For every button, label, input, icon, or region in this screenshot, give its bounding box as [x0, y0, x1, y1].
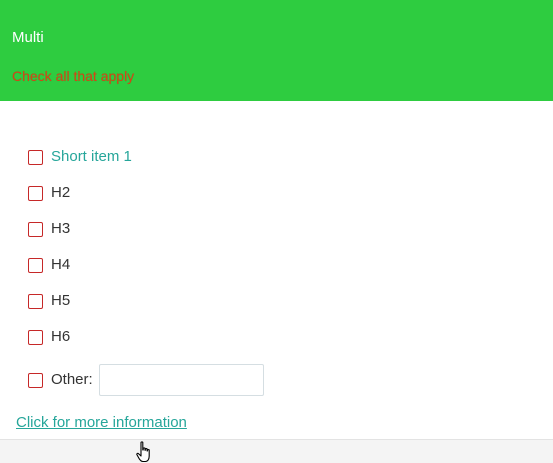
option-label: Short item 1: [51, 148, 132, 165]
option-other[interactable]: Other:: [28, 363, 264, 397]
option-label: H5: [51, 292, 71, 309]
survey-question: Multi Check all that apply Short item 1 …: [0, 0, 553, 463]
option-h6[interactable]: H6: [28, 326, 70, 348]
option-h2[interactable]: H2: [28, 182, 70, 204]
option-h4[interactable]: H4: [28, 254, 70, 276]
option-label: H4: [51, 256, 71, 273]
footer-bar: [0, 439, 553, 463]
question-title: Multi: [12, 29, 44, 46]
other-label: Other:: [51, 371, 93, 388]
option-h5[interactable]: H5: [28, 290, 70, 312]
other-text-input[interactable]: [98, 364, 264, 396]
option-label: H6: [51, 328, 71, 345]
option-label: H3: [51, 220, 71, 237]
more-information-link[interactable]: Click for more information: [16, 414, 187, 432]
checkbox[interactable]: [28, 221, 43, 237]
checkbox[interactable]: [28, 329, 43, 345]
option-h3[interactable]: H3: [28, 218, 70, 240]
checkbox[interactable]: [28, 293, 43, 309]
option-label: H2: [51, 184, 71, 201]
question-instructions: Check all that apply: [12, 68, 135, 84]
question-header: Multi Check all that apply: [0, 0, 553, 101]
checkbox[interactable]: [28, 372, 43, 388]
checkbox[interactable]: [28, 185, 43, 201]
checkbox[interactable]: [28, 257, 43, 273]
hand-pointer-icon: [136, 441, 150, 463]
checkbox[interactable]: [28, 149, 43, 165]
option-short-item-1[interactable]: Short item 1: [28, 146, 132, 168]
